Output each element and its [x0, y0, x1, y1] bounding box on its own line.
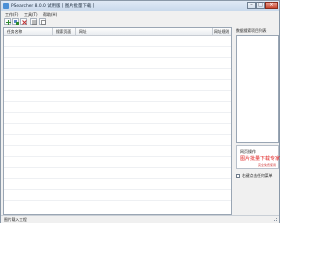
right-click-checkbox[interactable] [236, 174, 240, 178]
minimize-button[interactable]: – [247, 2, 256, 9]
row-line [4, 90, 231, 91]
window-title: PSearcher 8.0.0 试用版 [ 图片批量下载 ] [11, 4, 95, 9]
row-line [4, 167, 231, 168]
table-header: 任务名称 搜索页面 网址 网址规则 [4, 28, 231, 36]
app-window: PSearcher 8.0.0 试用版 [ 图片批量下载 ] – □ × 工作(… [0, 0, 280, 223]
close-button[interactable]: × [265, 2, 278, 9]
multi-icon [14, 20, 19, 25]
checkbox-label: 右键点击任何菜单 [242, 173, 273, 178]
promo-banner[interactable]: 网页操作 图片批量下载专家 完全免费使用 [236, 145, 281, 169]
delete-task-button[interactable] [20, 18, 27, 25]
toolbar [1, 17, 279, 27]
status-text: 图片载入工程 [4, 217, 27, 222]
add-icon [6, 20, 11, 25]
row-line [4, 189, 231, 190]
row-line [4, 123, 231, 124]
column-separator [52, 28, 53, 35]
task-table[interactable]: 任务名称 搜索页面 网址 网址规则 [3, 27, 232, 215]
row-line [4, 101, 231, 102]
maximize-button[interactable]: □ [256, 2, 265, 9]
row-line [4, 79, 231, 80]
row-line [4, 200, 231, 201]
column-separator [75, 28, 76, 35]
resize-grip-icon[interactable] [273, 217, 278, 222]
right-panel: 数据搜索项目列表 网页操作 图片批量下载专家 完全免费使用 右键点击任何菜单 [236, 27, 281, 215]
column-separator [212, 28, 213, 35]
row-line [4, 68, 231, 69]
settings-icon [41, 20, 46, 25]
row-line [4, 134, 231, 135]
promo-line-2: 图片批量下载专家 [240, 156, 281, 162]
column-search-page[interactable]: 搜索页面 [56, 29, 71, 35]
app-icon [3, 3, 9, 9]
column-url-rule[interactable]: 网址规则 [214, 29, 229, 35]
project-list-label: 数据搜索项目列表 [236, 28, 267, 33]
row-line [4, 145, 231, 146]
add-task-button[interactable] [4, 18, 11, 25]
title-bar[interactable]: PSearcher 8.0.0 试用版 [ 图片批量下载 ] – □ × [1, 1, 279, 11]
batch-add-button[interactable] [12, 18, 19, 25]
row-line [4, 112, 231, 113]
project-list[interactable] [236, 35, 279, 143]
row-line [4, 156, 231, 157]
delete-icon [22, 20, 27, 25]
status-bar: 图片载入工程 [1, 215, 279, 223]
column-url[interactable]: 网址 [79, 29, 87, 35]
row-line [4, 57, 231, 58]
list-icon [32, 20, 37, 25]
column-task-name[interactable]: 任务名称 [7, 29, 22, 35]
row-line [4, 178, 231, 179]
row-line [4, 46, 231, 47]
list-button[interactable] [30, 18, 37, 25]
promo-line-3: 完全免费使用 [257, 163, 276, 167]
settings-button[interactable] [39, 18, 46, 25]
